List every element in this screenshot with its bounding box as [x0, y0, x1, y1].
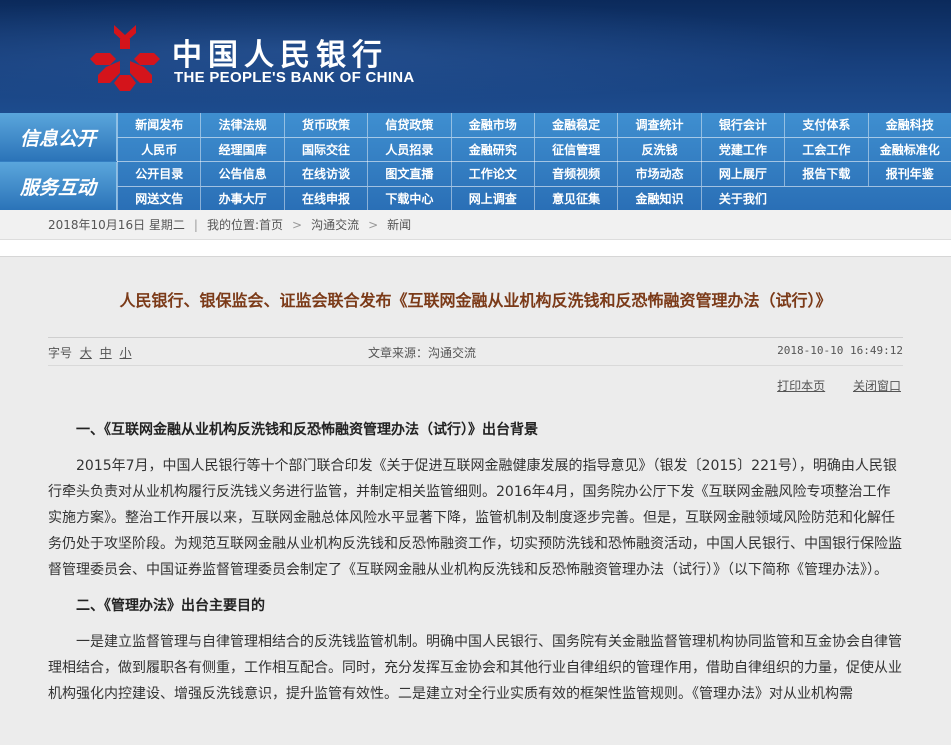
- nav-link[interactable]: 网送文告: [117, 187, 200, 211]
- nav-link[interactable]: 在线申报: [283, 187, 367, 211]
- breadcrumb-separator: |: [193, 217, 198, 232]
- nav-row: 公开目录 公告信息 在线访谈 图文直播 工作论文 音频视频 市场动态 网上展厅 …: [117, 162, 951, 186]
- paragraph: 2015年7月，中国人民银行等十个部门联合印发《关于促进互联网金融健康发展的指导…: [48, 458, 902, 578]
- nav-link[interactable]: 国际交往: [283, 138, 367, 162]
- nav-link[interactable]: 网上展厅: [700, 162, 784, 186]
- nav-link[interactable]: 人员招录: [367, 138, 450, 162]
- article-meta: 字号 大 中 小 文章来源：沟通交流 2018-10-10 16:49:12: [48, 344, 903, 362]
- nav-link[interactable]: 金融研究: [450, 138, 534, 162]
- section-heading: 二、《管理办法》出台主要目的: [76, 598, 265, 614]
- header-banner: 中国人民银行 THE PEOPLE'S BANK OF CHINA: [0, 0, 951, 113]
- breadcrumb-chevron-icon: >: [292, 217, 303, 232]
- article-source: 文章来源：沟通交流: [368, 346, 477, 360]
- nav-link[interactable]: 金融知识: [617, 187, 700, 211]
- nav-row: 网送文告 办事大厅 在线申报 下载中心 网上调查 意见征集 金融知识 关于我们: [117, 187, 951, 211]
- nav-section-service-interaction: 服务互动: [0, 162, 117, 210]
- nav-link[interactable]: 货币政策: [283, 113, 367, 137]
- article-datetime: 2018-10-10 16:49:12: [777, 344, 903, 357]
- nav-link[interactable]: 法律法规: [200, 113, 283, 137]
- nav-link[interactable]: 在线访谈: [283, 162, 367, 186]
- nav-section-info-disclosure: 信息公开: [0, 113, 117, 161]
- breadcrumb-home-link[interactable]: 首页: [259, 216, 283, 233]
- location-label: 我的位置:: [206, 218, 259, 232]
- nav-link[interactable]: 音频视频: [533, 162, 617, 186]
- nav-link[interactable]: 关于我们: [700, 187, 784, 211]
- font-size-controls: 字号 大 中 小: [48, 344, 132, 361]
- close-window-link[interactable]: 关闭窗口: [853, 379, 901, 393]
- font-size-large-link[interactable]: 大: [80, 346, 92, 360]
- article-body: 一、《互联网金融从业机构反洗钱和反恐怖融资管理办法（试行）》出台背景 2015年…: [48, 417, 903, 707]
- pboc-logo-icon[interactable]: [90, 23, 160, 91]
- nav-row: 新闻发布 法律法规 货币政策 信贷政策 金融市场 金融稳定 调查统计 银行会计 …: [117, 113, 951, 137]
- nav-link[interactable]: 公告信息: [200, 162, 283, 186]
- print-page-link[interactable]: 打印本页: [777, 379, 825, 393]
- nav-link[interactable]: 银行会计: [700, 113, 784, 137]
- nav-link[interactable]: 新闻发布: [117, 113, 200, 137]
- divider: [48, 337, 903, 338]
- breadcrumb: 2018年10月16日 星期二 | 我的位置: 首页 > 沟通交流 > 新闻: [0, 210, 951, 240]
- paragraph: 一是建立监督管理与自律管理相结合的反洗钱监管机制。明确中国人民银行、国务院有关金…: [48, 634, 902, 702]
- nav-link[interactable]: 党建工作: [700, 138, 784, 162]
- nav-link[interactable]: 报刊年鉴: [867, 162, 951, 186]
- nav-link[interactable]: 工作论文: [450, 162, 534, 186]
- breadcrumb-chevron-icon: >: [368, 217, 379, 232]
- nav-link[interactable]: 支付体系: [784, 113, 867, 137]
- section-heading: 一、《互联网金融从业机构反洗钱和反恐怖融资管理办法（试行）》出台背景: [76, 422, 538, 438]
- nav-link[interactable]: 办事大厅: [200, 187, 283, 211]
- nav-link[interactable]: 人民币: [117, 138, 200, 162]
- font-size-label: 字号: [48, 346, 73, 360]
- divider: [48, 365, 903, 366]
- breadcrumb-news-link[interactable]: 新闻: [387, 216, 411, 233]
- nav-link[interactable]: 市场动态: [617, 162, 700, 186]
- breadcrumb-communication-link[interactable]: 沟通交流: [311, 216, 359, 233]
- nav-link[interactable]: 金融科技: [867, 113, 951, 137]
- nav-link[interactable]: 意见征集: [533, 187, 617, 211]
- nav-link[interactable]: 图文直播: [367, 162, 450, 186]
- current-date: 2018年10月16日 星期二: [48, 218, 185, 232]
- nav-link[interactable]: 公开目录: [117, 162, 200, 186]
- nav-link[interactable]: 金融标准化: [867, 138, 951, 162]
- article-tools: 打印本页 关闭窗口: [753, 377, 901, 394]
- main-navigation: 信息公开 服务互动 新闻发布 法律法规 货币政策 信贷政策 金融市场 金融稳定 …: [0, 113, 951, 211]
- nav-link[interactable]: 金融市场: [450, 113, 534, 137]
- article-title: 人民银行、银保监会、证监会联合发布《互联网金融从业机构反洗钱和反恐怖融资管理办法…: [119, 291, 832, 310]
- bank-name-chinese: 中国人民银行: [172, 38, 388, 73]
- nav-link[interactable]: 信贷政策: [367, 113, 450, 137]
- article-panel: 人民银行、银保监会、证监会联合发布《互联网金融从业机构反洗钱和反恐怖融资管理办法…: [0, 256, 951, 745]
- font-size-medium-link[interactable]: 中: [100, 346, 112, 360]
- nav-link[interactable]: 调查统计: [617, 113, 700, 137]
- nav-link[interactable]: 征信管理: [533, 138, 617, 162]
- nav-link[interactable]: 经理国库: [200, 138, 283, 162]
- nav-link[interactable]: 金融稳定: [533, 113, 617, 137]
- nav-link[interactable]: 工会工作: [784, 138, 867, 162]
- nav-link[interactable]: 反洗钱: [617, 138, 700, 162]
- nav-link[interactable]: 下载中心: [367, 187, 450, 211]
- bank-name-english: THE PEOPLE'S BANK OF CHINA: [174, 69, 415, 86]
- nav-link[interactable]: 报告下载: [784, 162, 867, 186]
- nav-link[interactable]: 网上调查: [450, 187, 534, 211]
- font-size-small-link[interactable]: 小: [120, 346, 132, 360]
- nav-row: 人民币 经理国库 国际交往 人员招录 金融研究 征信管理 反洗钱 党建工作 工会…: [117, 138, 951, 162]
